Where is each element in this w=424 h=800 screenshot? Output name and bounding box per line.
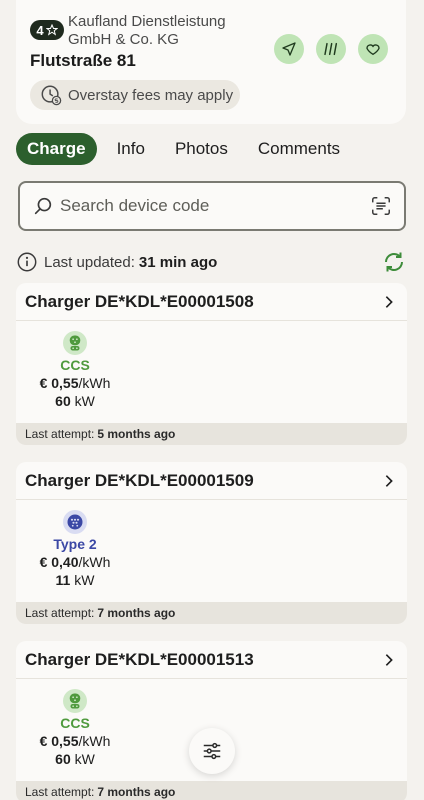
overstay-notice: Overstay fees may apply: [30, 80, 240, 110]
price: € 0,55/kWh: [39, 375, 111, 391]
type2-connector-icon: [63, 510, 87, 534]
operator-name: Kaufland Dienstleistung GmbH & Co. KG: [68, 13, 226, 49]
price: € 0,55/kWh: [39, 733, 111, 749]
filter-sliders-icon: [203, 742, 221, 760]
connector-info: Type 2 € 0,40/kWh 11 kW: [32, 510, 118, 589]
connector-info: CCS € 0,55/kWh 60 kW: [32, 331, 118, 410]
tab-info[interactable]: Info: [107, 133, 155, 165]
last-attempt: Last attempt: 7 months ago: [16, 602, 407, 624]
star-icon: [45, 24, 58, 36]
connector-type: CCS: [60, 357, 90, 373]
filter-button[interactable]: [189, 728, 235, 774]
chevron-right-icon: [385, 653, 393, 666]
last-updated-label: Last updated:: [44, 253, 135, 271]
scan-code-icon[interactable]: [370, 195, 392, 217]
search-input[interactable]: [60, 196, 370, 216]
route-button[interactable]: [316, 34, 346, 64]
charger-card[interactable]: Charger DE*KDL*E00001509 Type 2 € 0,40/k…: [16, 462, 407, 624]
charger-header[interactable]: Charger DE*KDL*E00001508: [16, 283, 407, 321]
overstay-text: Overstay fees may apply: [68, 86, 234, 104]
ccs-connector-icon: [63, 689, 87, 713]
operator-line-1: Kaufland Dienstleistung: [68, 13, 226, 30]
chevron-right-icon: [385, 295, 393, 308]
tab-photos[interactable]: Photos: [165, 133, 238, 165]
navigate-button[interactable]: [274, 34, 304, 64]
connector-info: CCS € 0,55/kWh 60 kW: [32, 689, 118, 768]
tab-charge[interactable]: Charge: [16, 133, 97, 165]
station-header: 4 Kaufland Dienstleistung GmbH & Co. KG …: [16, 0, 406, 124]
operator-line-2: GmbH & Co. KG: [68, 31, 179, 48]
info-icon: [17, 252, 37, 272]
last-updated-row: Last updated: 31 min ago: [16, 250, 408, 274]
tab-comments[interactable]: Comments: [248, 133, 350, 165]
navigate-icon: [282, 42, 296, 56]
connector-type: Type 2: [53, 536, 97, 552]
last-attempt: Last attempt: 5 months ago: [16, 423, 407, 445]
charger-title: Charger DE*KDL*E00001513: [25, 649, 254, 669]
charger-header[interactable]: Charger DE*KDL*E00001513: [16, 641, 407, 679]
device-search: [18, 181, 406, 231]
search-icon: [34, 197, 52, 215]
connector-type: CCS: [60, 715, 90, 731]
charger-card[interactable]: Charger DE*KDL*E00001513 CCS € 0,55/kWh …: [16, 641, 407, 800]
overstay-clock-icon: [41, 85, 62, 106]
heart-icon: [366, 44, 380, 56]
favorite-button[interactable]: [358, 34, 388, 64]
route-icon: [324, 42, 338, 56]
power: 60 kW: [55, 393, 95, 409]
refresh-icon[interactable]: [382, 250, 406, 274]
station-address: Flutstraße 81: [30, 51, 136, 70]
charger-title: Charger DE*KDL*E00001508: [25, 291, 254, 311]
rating-value: 4: [36, 22, 44, 38]
charger-title: Charger DE*KDL*E00001509: [25, 470, 254, 490]
power: 60 kW: [55, 751, 95, 767]
charger-header[interactable]: Charger DE*KDL*E00001509: [16, 462, 407, 500]
rating-badge: 4: [30, 20, 64, 40]
last-attempt: Last attempt: 7 months ago: [16, 781, 407, 800]
tab-bar: Charge Info Photos Comments: [16, 133, 360, 165]
ccs-connector-icon: [63, 331, 87, 355]
charger-card[interactable]: Charger DE*KDL*E00001508 CCS € 0,55/kWh …: [16, 283, 407, 445]
last-updated-value: 31 min ago: [138, 253, 218, 271]
price: € 0,40/kWh: [39, 554, 111, 570]
power: 11 kW: [55, 572, 95, 588]
chevron-right-icon: [385, 474, 393, 487]
